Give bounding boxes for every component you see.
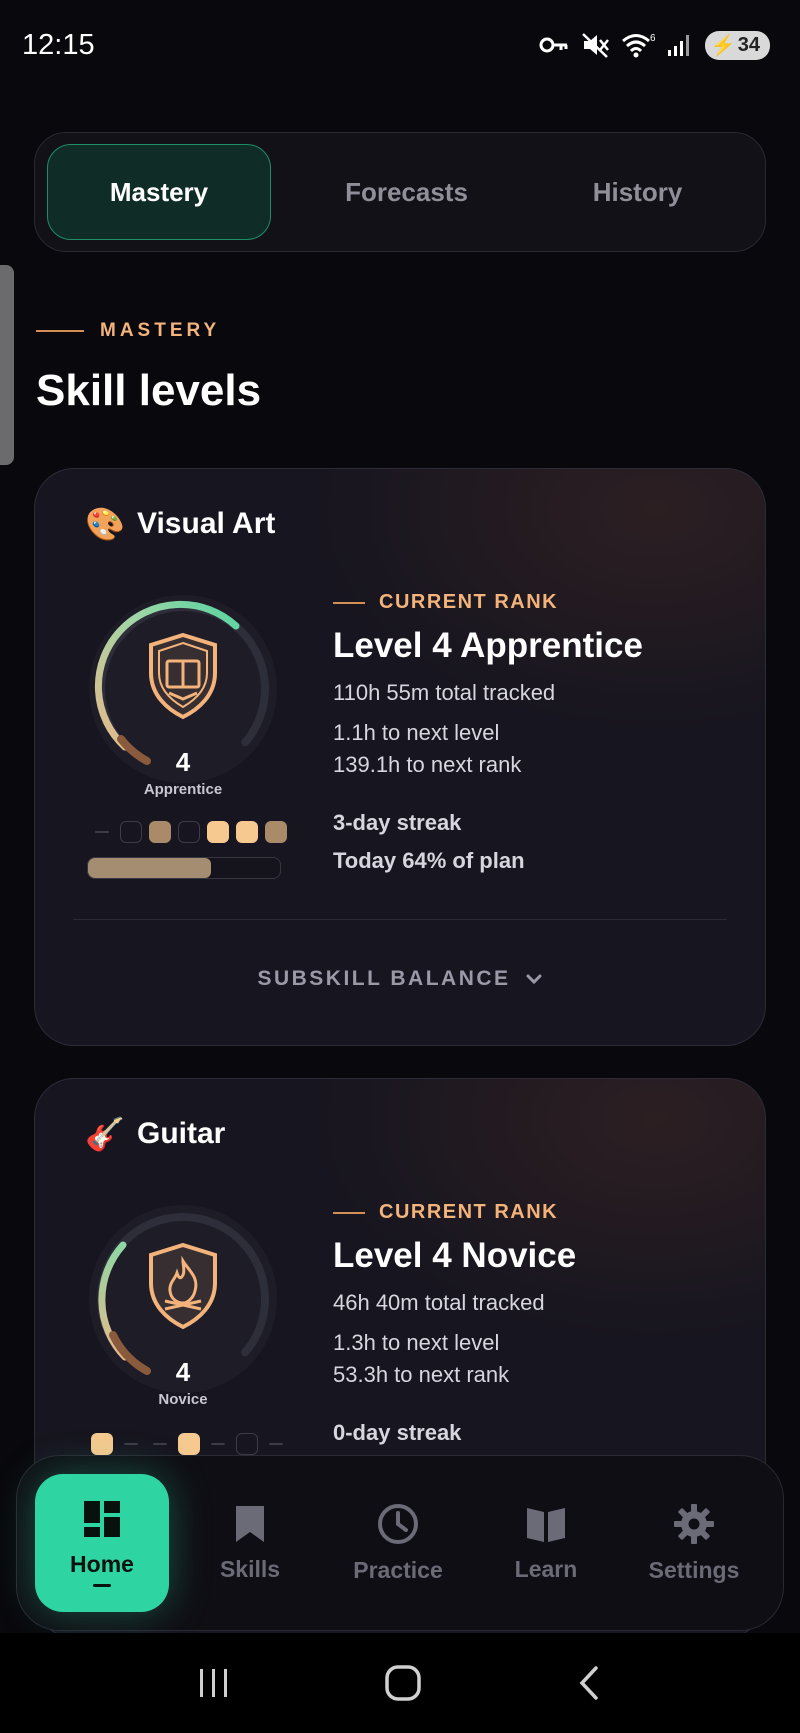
day-dot [178, 1433, 200, 1455]
status-bar: 12:15 6 ⚡ 34 [0, 0, 800, 90]
rank-title: Level 4 Apprentice [333, 626, 643, 665]
nav-skills[interactable]: Skills [183, 1474, 317, 1612]
current-rank-label: CURRENT RANK [379, 1201, 559, 1223]
view-tabs: Mastery Forecasts History [34, 132, 766, 252]
level-number: 4 [175, 747, 191, 777]
bookmark-icon [236, 1505, 264, 1542]
signal-icon [667, 35, 689, 56]
next-rank: 53.3h to next rank [333, 1362, 510, 1387]
book-icon [527, 1507, 565, 1542]
current-rank-label: CURRENT RANK [379, 591, 559, 613]
rank-info: CURRENT RANK Level 4 Novice 46h 40m tota… [333, 1201, 576, 1446]
subskill-balance-label: SUBSKILL BALANCE [257, 967, 511, 990]
rank-line [333, 601, 365, 604]
gear-icon [674, 1503, 714, 1544]
day-dot [236, 821, 258, 843]
level-ring: 4 Novice [83, 1199, 283, 1409]
plan-progress-bar [87, 857, 281, 879]
key-icon [539, 37, 568, 53]
next-level: 1.3h to next level [333, 1330, 500, 1355]
nav-home-label: Home [70, 1551, 134, 1577]
day-dot [120, 821, 142, 843]
tab-mastery[interactable]: Mastery [47, 144, 271, 240]
nav-settings[interactable]: Settings [627, 1474, 761, 1612]
total-tracked: 46h 40m total tracked [333, 1290, 545, 1315]
next-level: 1.1h to next level [333, 720, 500, 745]
section-eyebrow-label: MASTERY [100, 320, 221, 341]
nav-practice-label: Practice [353, 1556, 443, 1583]
day-dot [269, 1443, 283, 1445]
streak-dots [91, 821, 287, 843]
level-ring: 4 Apprentice [83, 589, 283, 799]
day-dot [211, 1443, 225, 1445]
day-dot [124, 1443, 138, 1445]
rank-title: Level 4 Novice [333, 1236, 577, 1275]
day-dot [149, 821, 171, 843]
total-tracked: 110h 55m total tracked [333, 680, 556, 705]
mute-icon [581, 33, 609, 58]
edge-panel-handle[interactable] [0, 265, 14, 465]
rank-name: Novice [158, 1391, 208, 1408]
day-dot [91, 1433, 113, 1455]
wifi-icon: 6 [621, 33, 655, 58]
nav-skills-label: Skills [219, 1555, 281, 1582]
charging-icon: ⚡ [710, 34, 736, 57]
day-dot [207, 821, 229, 843]
palette-icon: 🎨 [85, 505, 125, 543]
battery-level: 34 [737, 33, 760, 56]
recent-apps-icon[interactable] [196, 1667, 232, 1699]
skill-card-visual-art[interactable]: 🎨 Visual Art 4 Apprentice CURRENT RANK L… [34, 468, 766, 1046]
nav-learn-label: Learn [514, 1555, 578, 1582]
section-eyebrow: MASTERY [36, 320, 220, 342]
rank-info: CURRENT RANK Level 4 Apprentice 110h 55m… [333, 591, 643, 874]
page-title: Skill levels [36, 366, 262, 415]
streak-text: 0-day streak [333, 1420, 462, 1445]
bottom-nav: Home Skills Practice Learn Settings [16, 1455, 784, 1631]
nav-home[interactable]: Home [35, 1474, 169, 1612]
day-dot [265, 821, 287, 843]
chevron-down-icon [526, 974, 542, 985]
dashboard-icon [84, 1501, 120, 1537]
skill-name: Visual Art [137, 507, 276, 540]
plan-text: Today 64% of plan [333, 848, 525, 873]
system-nav-bar [0, 1633, 800, 1733]
status-icons: 6 ⚡ 34 [539, 30, 770, 60]
subskill-balance-toggle[interactable]: SUBSKILL BALANCE [35, 967, 765, 991]
streak-text: 3-day streak [333, 810, 462, 835]
clock: 12:15 [22, 28, 95, 61]
divider [73, 919, 727, 920]
plan-progress-fill [88, 858, 211, 878]
day-dot [95, 831, 109, 833]
level-number: 4 [175, 1357, 191, 1387]
battery-indicator: ⚡ 34 [704, 30, 770, 60]
tab-forecasts[interactable]: Forecasts [291, 144, 522, 240]
day-dot [178, 821, 200, 843]
nav-learn[interactable]: Learn [479, 1474, 613, 1612]
clock-icon [378, 1503, 418, 1544]
home-icon[interactable] [384, 1664, 422, 1702]
rank-line [333, 1211, 365, 1214]
rank-name: Apprentice [143, 781, 223, 798]
guitar-icon: 🎸 [85, 1115, 125, 1153]
eyebrow-line [36, 330, 84, 332]
nav-practice[interactable]: Practice [331, 1474, 465, 1612]
nav-settings-label: Settings [648, 1556, 740, 1583]
day-dot [153, 1443, 167, 1445]
tab-history[interactable]: History [522, 144, 753, 240]
next-rank: 139.1h to next rank [333, 752, 522, 777]
wifi-badge: 6 [650, 33, 655, 44]
active-indicator [93, 1584, 111, 1587]
streak-dots [91, 1433, 287, 1455]
day-dot [236, 1433, 258, 1455]
skill-name: Guitar [137, 1117, 226, 1150]
back-icon[interactable] [574, 1664, 604, 1702]
